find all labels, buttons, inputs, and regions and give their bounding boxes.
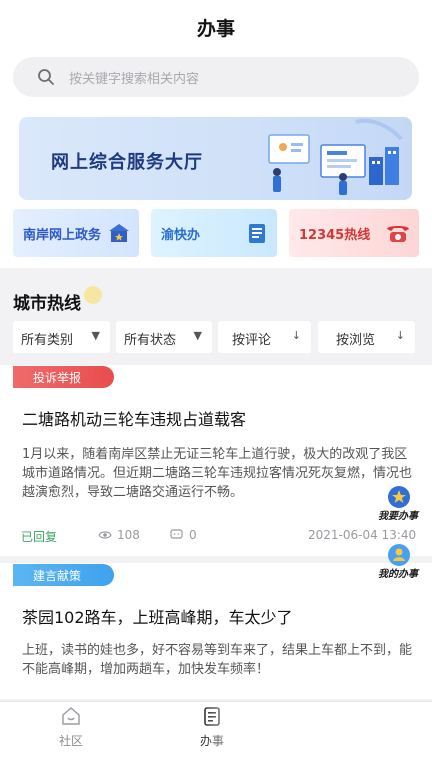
section-title: 城市热线 [13,294,81,314]
quick-link-label: 南岸网上政务 [23,228,102,243]
quick-link-nanan-gov[interactable]: 南岸网上政务 [13,209,139,257]
page-title: 办事 [196,18,235,40]
comment-count-value: 0 [189,528,197,542]
quick-link-yukuaiban[interactable]: 渝快办 [151,209,277,257]
star-icon [388,486,410,508]
filter-label: 按浏览 [336,333,376,348]
eye-icon [98,531,112,539]
post-title[interactable]: 茶园102路车，上班高峰期，车太少了 [22,604,293,628]
telephone-icon [387,226,409,242]
filter-label: 按评论 [232,333,272,348]
floating-button-my-affairs[interactable]: 我的办事 [370,544,426,584]
banner-illustration [268,118,403,195]
arrow-down-icon: ↓ [395,329,405,342]
search-icon [38,69,54,85]
document-icon [249,224,265,243]
bottom-tab-bar: 社区 办事 [0,701,432,768]
filter-category-dropdown[interactable]: 所有类别 ▼ [13,321,110,353]
quick-link-12345-hotline[interactable]: 12345热线 [289,209,419,257]
search-bar[interactable]: 按关键字搜索相关内容 [13,57,419,97]
floating-label: 我要办事 [378,511,418,522]
service-hall-banner[interactable]: 网上综合服务大厅 [19,117,412,200]
comment-icon [170,529,183,539]
search-input[interactable]: 按关键字搜索相关内容 [69,68,199,87]
caret-down-icon: ▼ [91,329,100,342]
sort-by-views[interactable]: 按浏览 ↓ [318,321,415,353]
post-card[interactable]: 建言献策 茶园102路车，上班高峰期，车太少了 上班，读书的娃也多，好不容易等到… [0,563,432,699]
post-category-tag: 投诉举报 [13,366,114,388]
quick-link-label: 渝快办 [161,228,201,243]
post-card[interactable]: 投诉举报 二塘路机动三轮车违规占道载客 1月以来，随着南岸区禁止无证三轮车上道行… [0,365,432,556]
sort-by-comments[interactable]: 按评论 ↓ [218,321,311,353]
top-area: 办事 按关键字搜索相关内容 网上综合服务大厅 南岸网上政务 渝快办 12345热… [0,0,432,268]
filter-status-dropdown[interactable]: 所有状态 ▼ [116,321,212,353]
government-building-icon [109,224,129,242]
view-count-value: 108 [117,528,140,542]
post-date: 2021-06-04 13:40 [308,528,417,542]
quick-link-label: 12345热线 [299,228,371,243]
post-category-tag: 建言献策 [13,564,114,586]
arrow-down-icon: ↓ [291,329,301,342]
loading-fade-overlay [200,702,340,768]
caret-down-icon: ▼ [193,329,202,342]
floating-label: 我的办事 [378,569,418,580]
floating-button-apply[interactable]: 我要办事 [370,486,426,526]
status-badge: 已回复 [21,530,58,544]
filter-label: 所有类别 [21,333,74,348]
post-body: 上班，读书的娃也多，好不容易等到车来了，结果上车都上不到，能不能高峰期，增加两趟… [22,643,413,677]
post-title[interactable]: 二塘路机动三轮车违规占道载客 [22,406,246,430]
post-body: 1月以来，随着南岸区禁止无证三轮车上道行驶，极大的改观了我区城市道路情况。但近期… [22,447,413,500]
user-icon [388,544,410,566]
tab-label: 社区 [58,734,83,748]
tab-community[interactable]: 社区 [26,702,116,768]
section-title-decoration [84,286,102,304]
banner-title: 网上综合服务大厅 [51,152,203,173]
filter-label: 所有状态 [124,333,177,348]
comment-count: 0 [170,528,197,542]
view-count: 108 [98,528,140,542]
home-icon [62,707,80,725]
